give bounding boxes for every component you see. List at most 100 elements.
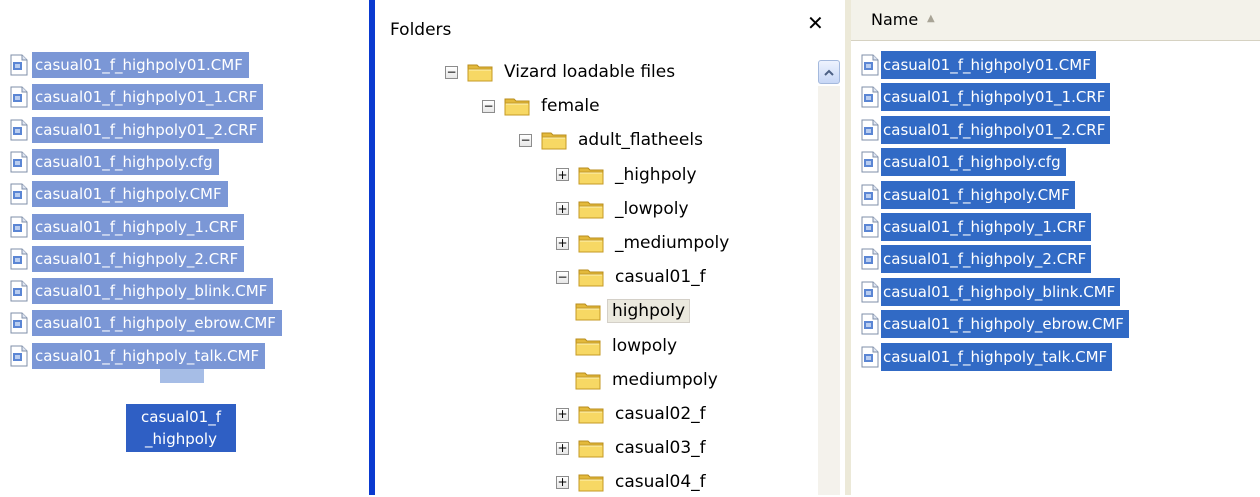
scroll-up-button[interactable] — [818, 60, 840, 84]
tree-item-mediumpoly[interactable]: + _mediumpoly — [556, 228, 733, 258]
collapse-icon[interactable]: − — [519, 133, 532, 147]
folder-icon — [578, 167, 604, 185]
file-list-item-label: casual01_f_highpoly_talk.CMF — [881, 342, 1113, 371]
collapse-icon[interactable]: − — [445, 65, 458, 79]
ghost-file-label: casual01_f_highpoly_talk.CMF — [32, 342, 266, 369]
tree-item-mediumpoly[interactable]: mediumpoly — [574, 365, 722, 395]
file-list-item[interactable]: casual01_f_highpoly01_1.CRF — [860, 83, 1111, 112]
tree-item-label: casual02_f — [615, 404, 706, 424]
document-icon — [10, 54, 28, 76]
document-icon — [861, 346, 879, 368]
folder-icon — [578, 235, 604, 253]
tree-item-casual02-f[interactable]: + casual02_f — [556, 399, 710, 429]
ghost-file-item: casual01_f_highpoly.cfg — [8, 148, 219, 175]
tree-item-lowpoly[interactable]: + _lowpoly — [556, 194, 693, 224]
collapse-icon[interactable]: − — [482, 99, 495, 113]
tree-item-casual01-f[interactable]: − casual01_f — [556, 262, 710, 292]
tree-item-casual03-f[interactable]: + casual03_f — [556, 433, 710, 463]
folder-icon — [575, 338, 601, 356]
tree-item-label: _highpoly — [615, 164, 697, 185]
file-list-item[interactable]: casual01_f_highpoly.cfg — [860, 148, 1066, 177]
folder-icon — [467, 64, 493, 82]
collapse-icon[interactable]: − — [556, 270, 569, 284]
expand-icon[interactable]: + — [556, 441, 569, 455]
drag-ghost-caption-line2: _highpoly — [145, 430, 217, 448]
ghost-file-item: casual01_f_highpoly_2.CRF — [8, 245, 245, 272]
document-icon — [861, 216, 879, 238]
file-list-item-label: casual01_f_highpoly_ebrow.CMF — [881, 310, 1129, 339]
tree-item-label: casual01_f — [615, 267, 706, 288]
ghost-file-item: casual01_f_highpoly01.CMF — [8, 52, 249, 78]
file-list-item-label: casual01_f_highpoly_1.CRF — [881, 213, 1092, 241]
file-list-item-label: casual01_f_highpoly_blink.CMF — [881, 277, 1121, 306]
folder-icon — [578, 440, 604, 458]
folder-icon — [575, 372, 601, 390]
tree-item-label: Vizard loadable files — [504, 62, 676, 82]
file-list-item[interactable]: casual01_f_highpoly01.CMF — [860, 51, 1096, 79]
chevron-up-icon — [824, 69, 834, 76]
vertical-scrollbar[interactable] — [818, 86, 840, 495]
tree-item-highpoly[interactable]: highpoly — [574, 296, 691, 326]
file-list-item[interactable]: casual01_f_highpoly_talk.CMF — [860, 342, 1113, 371]
drag-ghost-caption: casual01_f _highpoly — [126, 404, 236, 452]
expand-icon[interactable]: + — [556, 407, 569, 421]
file-list-item[interactable]: casual01_f_highpoly.CMF — [860, 180, 1075, 209]
tree-item-label: highpoly — [606, 299, 691, 324]
document-icon — [10, 280, 28, 302]
sort-ascending-icon: ▲ — [927, 13, 935, 24]
file-list-item-label: casual01_f_highpoly01.CMF — [881, 51, 1096, 79]
ghost-file-item: casual01_f_highpoly01_1.CRF — [8, 84, 264, 111]
document-icon — [10, 151, 28, 173]
ghost-file-label: casual01_f_highpoly01.CMF — [32, 52, 249, 78]
ghost-file-label: casual01_f_highpoly.CMF — [32, 181, 228, 208]
expand-icon[interactable]: + — [556, 475, 569, 489]
ghost-file-item: casual01_f_highpoly.CMF — [8, 181, 228, 208]
ghost-file-label: casual01_f_highpoly_2.CRF — [32, 245, 245, 272]
ghost-file-item: casual01_f_highpoly_ebrow.CMF — [8, 310, 282, 337]
list-header: Name ▲ — [851, 0, 1260, 41]
ghost-file-item: casual01_f_highpoly_1.CRF — [8, 213, 245, 240]
tree-item-label: lowpoly — [612, 335, 678, 356]
folder-icon — [504, 98, 530, 116]
ghost-file-label: casual01_f_highpoly01_2.CRF — [32, 116, 264, 143]
tree-item-label: casual04_f — [615, 472, 706, 493]
tree-item-label: casual03_f — [615, 438, 706, 459]
drag-ghost: casual01_f _highpoly casual01_f_highpoly… — [0, 0, 375, 495]
tree-item-female[interactable]: − female — [482, 91, 604, 121]
tree-item-adult-flatheels[interactable]: − adult_flatheels — [519, 125, 707, 155]
drag-ghost-caption-line1: casual01_f — [141, 408, 221, 426]
file-list-item-label: casual01_f_highpoly_2.CRF — [881, 245, 1092, 274]
tree-item-casual04-f[interactable]: + casual04_f — [556, 467, 710, 497]
ghost-file-label: casual01_f_highpoly_ebrow.CMF — [32, 310, 282, 337]
document-icon — [861, 248, 879, 270]
ghost-file-label: casual01_f_highpoly_1.CRF — [32, 213, 245, 240]
document-icon — [861, 281, 879, 303]
ghost-file-item: casual01_f_highpoly01_2.CRF — [8, 116, 264, 143]
file-list-item[interactable]: casual01_f_highpoly_blink.CMF — [860, 277, 1121, 306]
tree-item-label: adult_flatheels — [578, 130, 703, 151]
column-header-name[interactable]: Name — [871, 10, 918, 29]
close-icon[interactable]: ✕ — [807, 12, 824, 34]
tree-item-vizard-loadable-files[interactable]: − Vizard loadable files — [445, 57, 679, 87]
ghost-file-label: casual01_f_highpoly_blink.CMF — [32, 278, 274, 305]
document-icon — [10, 216, 28, 237]
file-list-item[interactable]: casual01_f_highpoly_ebrow.CMF — [860, 310, 1129, 339]
folders-pane-title: Folders — [390, 20, 452, 40]
tree-item-lowpoly[interactable]: lowpoly — [574, 331, 681, 361]
expand-icon[interactable]: + — [556, 168, 569, 182]
folders-pane-header: Folders ✕ — [375, 0, 845, 56]
file-list-item[interactable]: casual01_f_highpoly_1.CRF — [860, 213, 1092, 241]
file-list-item-label: casual01_f_highpoly.CMF — [881, 180, 1075, 209]
ghost-file-label: casual01_f_highpoly01_1.CRF — [32, 84, 264, 111]
file-list-item-label: casual01_f_highpoly01_1.CRF — [881, 83, 1111, 112]
ghost-file-label: casual01_f_highpoly.cfg — [32, 148, 219, 175]
folder-icon — [575, 303, 601, 321]
document-icon — [861, 184, 879, 206]
file-list-item[interactable]: casual01_f_highpoly01_2.CRF — [860, 115, 1111, 144]
file-list-item-label: casual01_f_highpoly01_2.CRF — [881, 115, 1111, 144]
expand-icon[interactable]: + — [556, 236, 569, 250]
document-icon — [861, 313, 879, 335]
file-list-item[interactable]: casual01_f_highpoly_2.CRF — [860, 245, 1092, 274]
expand-icon[interactable]: + — [556, 202, 569, 216]
tree-item-highpoly[interactable]: + _highpoly — [556, 160, 701, 190]
